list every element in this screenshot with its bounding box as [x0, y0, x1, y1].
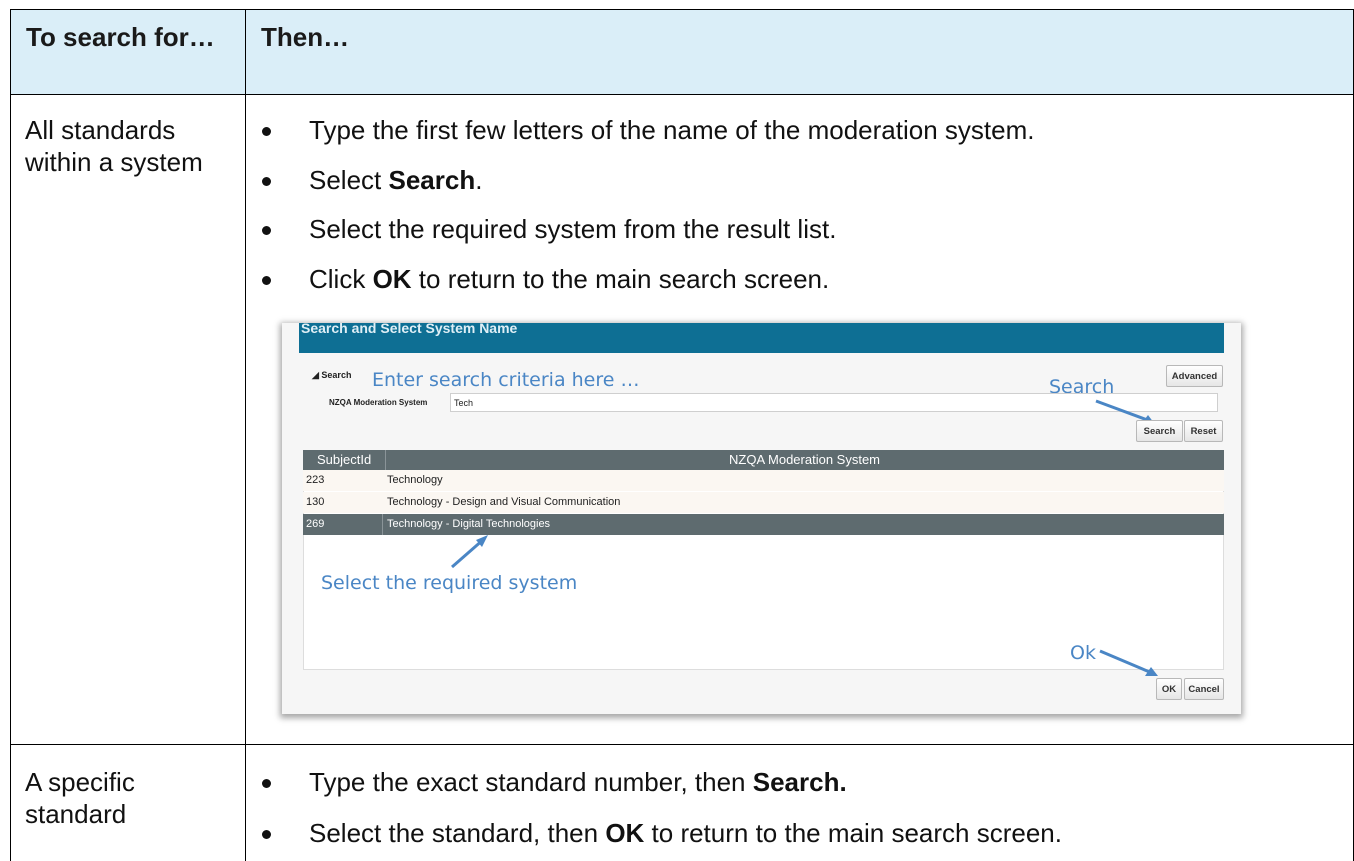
- annotation-criteria: Enter search criteria here …: [372, 369, 640, 391]
- annotation-select: Select the required system: [321, 572, 578, 594]
- arrow-to-row-icon: [451, 535, 488, 569]
- dialog-title-bar: Search and Select System Name: [299, 323, 1224, 353]
- search-select-dialog-screenshot: Search and Select System Name ◢ Search E…: [282, 323, 1241, 714]
- annotation-ok: Ok: [1070, 642, 1096, 664]
- table-row[interactable]: 130 Technology - Design and Visual Commu…: [303, 492, 1224, 513]
- row1-step1: Type the first few letters of the name o…: [309, 115, 1035, 145]
- arrow-to-ok-icon: [1099, 649, 1158, 676]
- table-header-divider: [10, 94, 1354, 95]
- row1-step4: Click OK to return to the main search sc…: [309, 264, 830, 294]
- row2-search-for: A specific standard: [25, 767, 135, 829]
- row2-step1: Type the exact standard number, then Sea…: [309, 767, 847, 797]
- reset-button[interactable]: Reset: [1184, 420, 1223, 442]
- col-subjectid: SubjectId: [317, 452, 372, 467]
- search-section-toggle[interactable]: ◢ Search: [312, 370, 351, 381]
- search-button[interactable]: Search: [1136, 420, 1183, 442]
- row1-step3: Select the required system from the resu…: [309, 214, 837, 244]
- bullet: [262, 779, 271, 788]
- bullet: [262, 226, 271, 235]
- table-border-top: [10, 9, 1354, 10]
- bullet: [262, 127, 271, 136]
- bullet: [262, 276, 271, 285]
- ok-button[interactable]: OK: [1156, 678, 1182, 700]
- bullet: [262, 830, 271, 839]
- col-divider: [385, 450, 386, 470]
- table-border-left: [10, 9, 11, 861]
- table-row-selected[interactable]: 269 Technology - Digital Technologies: [303, 514, 1224, 535]
- row1-search-for: All standards within a system: [25, 115, 203, 177]
- table-column-divider: [245, 9, 246, 861]
- cancel-button[interactable]: Cancel: [1184, 678, 1224, 700]
- header-to-search-for: To search for…: [26, 22, 215, 52]
- table-row-divider: [10, 744, 1354, 745]
- col-moderation-system: NZQA Moderation System: [729, 452, 880, 467]
- results-table-header: SubjectId NZQA Moderation System: [303, 450, 1224, 470]
- table-row[interactable]: 223 Technology: [303, 470, 1224, 491]
- field-label: NZQA Moderation System: [329, 398, 428, 407]
- row2-step2: Select the standard, then OK to return t…: [309, 818, 1062, 848]
- bullet: [262, 177, 271, 186]
- header-then: Then…: [261, 22, 350, 52]
- row1-step2: Select Search.: [309, 165, 483, 195]
- dialog-title: Search and Select System Name: [301, 323, 518, 336]
- advanced-button[interactable]: Advanced: [1166, 365, 1223, 387]
